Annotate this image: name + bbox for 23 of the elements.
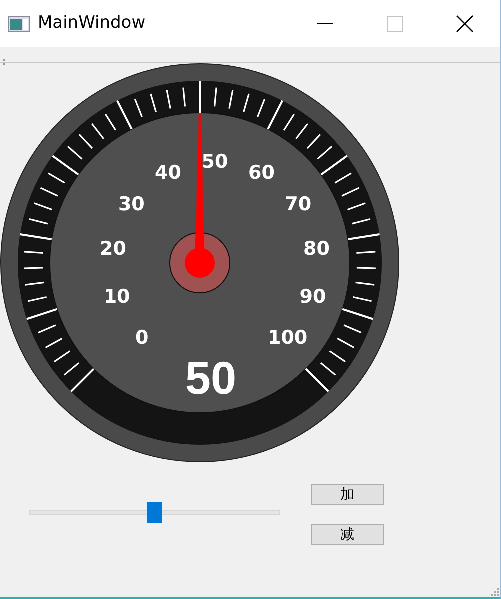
scale-label: 100	[268, 326, 308, 349]
scale-label: 60	[248, 162, 275, 184]
scale-label: 10	[104, 286, 130, 308]
scale-label: 90	[300, 286, 326, 308]
slider-handle[interactable]	[147, 502, 162, 523]
scale-label: 0	[136, 326, 149, 349]
window-title: MainWindow	[38, 12, 146, 35]
minimize-icon	[317, 22, 333, 24]
maximize-icon	[387, 16, 403, 32]
scale-label: 50	[202, 151, 228, 173]
action-button[interactable]: 减	[311, 524, 384, 545]
scale-label: 70	[285, 193, 312, 216]
scale-label: 40	[155, 162, 182, 184]
app-icon	[8, 16, 30, 32]
scale-label: 30	[118, 193, 145, 216]
slider[interactable]	[29, 502, 280, 523]
action-button[interactable]: 加	[311, 484, 384, 505]
scale-label: 20	[100, 238, 126, 260]
close-icon	[456, 14, 474, 32]
resize-grip-icon[interactable]	[490, 587, 500, 597]
scale-label: 80	[304, 238, 330, 260]
gauge-reading: 50	[185, 352, 237, 404]
toolbar-grip-icon[interactable]	[3, 58, 6, 65]
